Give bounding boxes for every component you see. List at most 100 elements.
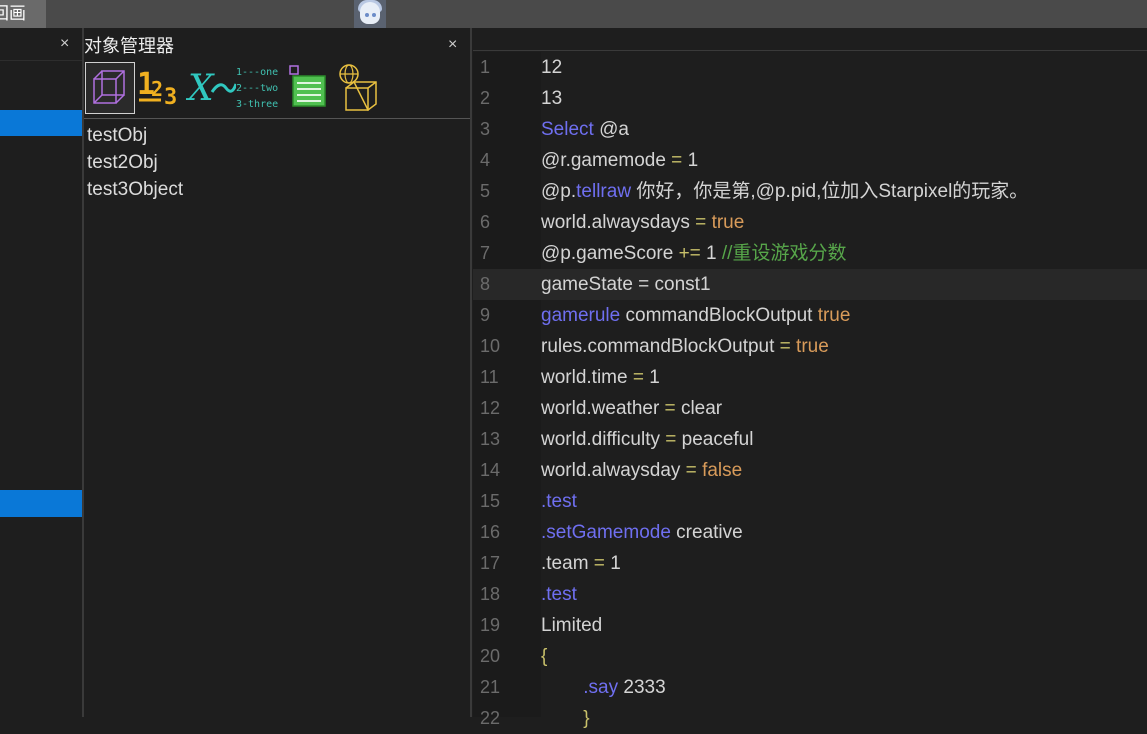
code-token: .say <box>583 677 619 698</box>
code-line[interactable]: 10 rules.commandBlockOutput = true <box>473 331 1147 362</box>
code-token: .test <box>541 491 577 512</box>
top-tab-label: 回画 <box>0 4 26 23</box>
svg-text:3-three: 3-three <box>236 99 278 110</box>
code-text[interactable]: @r.gamemode = 1 <box>541 145 698 176</box>
cube-icon[interactable] <box>85 62 135 114</box>
left-panel-selected-item[interactable] <box>0 110 82 136</box>
code-line[interactable]: 2 13 <box>473 83 1147 114</box>
code-token: 1 <box>706 243 722 264</box>
code-token: clear <box>680 398 723 419</box>
code-token: 你好，你是第,@p.pid,位加入Starpixel的玩家。 <box>631 181 1029 202</box>
code-text[interactable]: world.difficulty = peaceful <box>541 424 753 455</box>
code-line[interactable]: 7 @p.gameScore += 1 //重设游戏分数 <box>473 238 1147 269</box>
code-text[interactable]: gamerule commandBlockOutput true <box>541 300 850 331</box>
code-token: = <box>689 212 712 233</box>
avatar-face <box>360 2 380 24</box>
code-token: 2333 <box>618 677 666 698</box>
code-line[interactable]: 12 world.weather = clear <box>473 393 1147 424</box>
line-number: 7 <box>480 243 491 263</box>
code-text[interactable]: .say 2333 <box>541 672 666 703</box>
line-number: 5 <box>480 181 491 201</box>
code-token: += <box>673 243 707 264</box>
line-number: 15 <box>480 491 501 511</box>
code-token: 12 <box>541 57 563 78</box>
code-line[interactable]: 6 world.alwaysdays = true <box>473 207 1147 238</box>
variable-icon[interactable]: X <box>185 62 238 112</box>
code-text[interactable]: gameState = const1 <box>541 269 711 300</box>
code-line[interactable]: 8 gameState = const1 <box>473 269 1147 300</box>
code-text[interactable]: 13 <box>541 83 562 114</box>
code-token: rules.commandBlockOutput <box>541 336 775 357</box>
code-token: 1 <box>649 367 660 388</box>
object-manager-close-icon[interactable]: × <box>448 36 457 54</box>
code-token: = <box>680 460 703 481</box>
code-text[interactable]: .test <box>541 579 577 610</box>
code-line[interactable]: 14 world.alwaysday = false <box>473 455 1147 486</box>
code-token: = <box>627 367 650 388</box>
code-line[interactable]: 4 @r.gamemode = 1 <box>473 145 1147 176</box>
code-line[interactable]: 20 { <box>473 641 1147 672</box>
object-manager-toolbar: 1 2 3 X 1---one 2---two 3-three <box>84 60 470 119</box>
avatar-eye-left <box>365 13 369 17</box>
code-token: Limited <box>541 615 603 636</box>
code-line[interactable]: 1 12 <box>473 52 1147 83</box>
code-token: .team <box>541 553 589 574</box>
left-panel-selected-item-2[interactable] <box>0 490 82 517</box>
line-number: 10 <box>480 336 501 356</box>
code-text[interactable]: world.alwaysday = false <box>541 455 742 486</box>
code-text[interactable]: .team = 1 <box>541 548 621 579</box>
code-text[interactable]: } <box>541 703 590 734</box>
code-token: 13 <box>541 88 563 109</box>
code-token: 1 <box>687 150 699 171</box>
code-text[interactable]: .test <box>541 486 577 517</box>
document-icon[interactable] <box>288 62 328 112</box>
code-editor[interactable]: 1 12 2 13 3 Select @a 4 @r.gamemode = 1 5 @p.tell… <box>473 28 1147 729</box>
code-token: = <box>665 150 688 171</box>
list-icon[interactable]: 1---one 2---two 3-three <box>236 62 286 112</box>
code-token: creative <box>670 522 743 543</box>
left-panel-close-icon[interactable]: × <box>60 35 69 53</box>
code-line[interactable]: 21 .say 2333 <box>473 672 1147 703</box>
code-line[interactable]: 18 .test <box>473 579 1147 610</box>
code-token: @p. <box>541 181 577 202</box>
code-text[interactable]: Limited <box>541 610 602 641</box>
code-text[interactable]: world.time = 1 <box>541 362 660 393</box>
numbers-icon[interactable]: 1 2 3 <box>137 62 181 112</box>
code-text[interactable]: rules.commandBlockOutput = true <box>541 331 829 362</box>
code-token: = <box>588 553 611 574</box>
code-text[interactable]: world.weather = clear <box>541 393 722 424</box>
code-line[interactable]: 22 } <box>473 703 1147 734</box>
code-line[interactable]: 5 @p.tellraw 你好，你是第,@p.pid,位加入Starpixel的玩… <box>473 176 1147 207</box>
object-list-item[interactable]: test3Object <box>87 176 183 203</box>
code-line[interactable]: 9 gamerule commandBlockOutput true <box>473 300 1147 331</box>
top-tab[interactable]: 回画 <box>0 0 46 28</box>
code-token: gameState = const1 <box>541 274 711 295</box>
code-text[interactable]: .setGamemode creative <box>541 517 743 548</box>
code-token: @p.gameScore <box>541 243 674 264</box>
code-token: world.alwaysdays <box>541 212 690 233</box>
code-text[interactable]: Select @a <box>541 114 629 145</box>
code-line[interactable]: 13 world.difficulty = peaceful <box>473 424 1147 455</box>
code-line[interactable]: 19 Limited <box>473 610 1147 641</box>
code-token: } <box>541 708 590 729</box>
code-text[interactable]: @p.tellraw 你好，你是第,@p.pid,位加入Starpixel的玩家… <box>541 176 1028 207</box>
code-line[interactable]: 16 .setGamemode creative <box>473 517 1147 548</box>
object-list-item[interactable]: testObj <box>87 122 183 149</box>
object-list-item[interactable]: test2Obj <box>87 149 183 176</box>
line-number: 4 <box>480 150 491 170</box>
top-tab-strip: 回画 <box>0 0 1147 28</box>
code-line[interactable]: 11 world.time = 1 <box>473 362 1147 393</box>
line-number: 14 <box>480 460 501 480</box>
avatar[interactable] <box>354 0 386 28</box>
object-list: testObj test2Obj test3Object <box>87 122 183 203</box>
code-text[interactable]: 12 <box>541 52 562 83</box>
code-line[interactable]: 17 .team = 1 <box>473 548 1147 579</box>
code-token: peaceful <box>681 429 754 450</box>
code-text[interactable]: { <box>541 641 547 672</box>
code-line[interactable]: 3 Select @a <box>473 114 1147 145</box>
code-line[interactable]: 15 .test <box>473 486 1147 517</box>
box-globe-icon[interactable] <box>338 62 382 112</box>
code-text[interactable]: @p.gameScore += 1 //重设游戏分数 <box>541 238 846 269</box>
code-text[interactable]: world.alwaysdays = true <box>541 207 744 238</box>
